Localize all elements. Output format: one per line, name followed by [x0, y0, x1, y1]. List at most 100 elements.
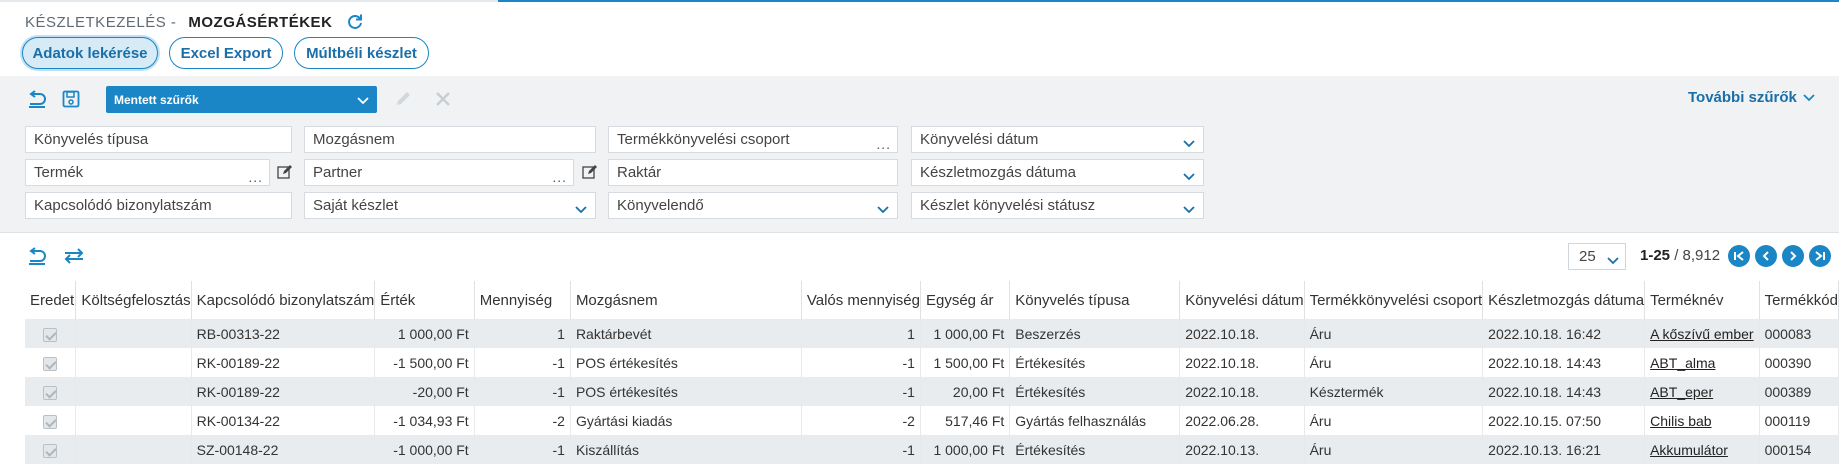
product-name-cell[interactable]: A kőszívű ember	[1644, 319, 1760, 348]
table-header: Eredet Költségfelosztás Kapcsolódó bizon…	[25, 281, 1839, 319]
reset-filter-icon[interactable]	[26, 88, 48, 110]
origin-cell	[25, 377, 77, 406]
page-size-select[interactable]: 25	[1568, 243, 1626, 270]
value-cell: 1 000,00 Ft	[374, 319, 475, 348]
table-row[interactable]: SZ-00148-22 -1 000,00 Ft -1 Kiszállítás …	[25, 435, 1839, 464]
movement-date-select[interactable]: Készletmozgás dátuma	[911, 159, 1204, 186]
posting-type-field[interactable]: Könyvelés típusa	[25, 126, 292, 153]
edit-filter-icon[interactable]	[392, 88, 414, 110]
warehouse-placeholder: Raktár	[617, 164, 662, 181]
related-doc-field[interactable]: Kapcsolódó bizonylatszám	[25, 192, 292, 219]
column-header[interactable]: Mozgásnem	[570, 281, 802, 319]
movement-name-field[interactable]: Mozgásnem	[304, 126, 596, 153]
table-row[interactable]: RK-00134-22 -1 034,93 Ft -2 Gyártási kia…	[25, 406, 1839, 435]
product-name-cell[interactable]: ABT_alma	[1644, 348, 1760, 377]
product-link[interactable]: A kőszívű ember	[1650, 326, 1754, 342]
origin-checkbox	[43, 414, 58, 429]
refresh-icon[interactable]	[346, 13, 364, 31]
real-qty-cell: -1	[801, 435, 921, 464]
column-header[interactable]: Könyvelés típusa	[1009, 281, 1181, 319]
product-link[interactable]: ABT_alma	[1650, 355, 1715, 371]
prev-page-button[interactable]	[1755, 245, 1777, 267]
edit-partner-icon[interactable]	[582, 164, 598, 180]
stock-post-status-select[interactable]: Készlet könyvelési státusz	[911, 192, 1204, 219]
more-icon[interactable]: ...	[552, 170, 567, 184]
column-header[interactable]: Termékkód	[1759, 281, 1839, 319]
next-page-button[interactable]	[1782, 245, 1804, 267]
table-row[interactable]: RB-00313-22 1 000,00 Ft 1 Raktárbevét 1 …	[25, 319, 1839, 348]
table-row[interactable]: RK-00189-22 -20,00 Ft -1 POS értékesítés…	[25, 377, 1839, 406]
more-icon[interactable]: ...	[248, 170, 263, 184]
product-name-cell[interactable]: ABT_eper	[1644, 377, 1760, 406]
unit-price-cell: 1 500,00 Ft	[920, 348, 1011, 377]
group-cell: Áru	[1304, 435, 1484, 464]
origin-cell	[25, 319, 77, 348]
posting-type-cell: Értékesítés	[1009, 348, 1181, 377]
movement-date-cell: 2022.10.18. 14:43	[1482, 348, 1646, 377]
product-code-cell: 000154	[1759, 435, 1839, 464]
last-page-button[interactable]	[1809, 245, 1831, 267]
delete-filter-icon[interactable]	[432, 88, 454, 110]
first-page-button[interactable]	[1728, 245, 1750, 267]
posting-type-cell: Értékesítés	[1009, 435, 1181, 464]
more-icon[interactable]: ...	[876, 137, 891, 151]
reset-columns-icon[interactable]	[26, 245, 48, 267]
to-post-select[interactable]: Könyvelendő	[608, 192, 898, 219]
product-name-cell[interactable]: Chilis bab	[1644, 406, 1760, 435]
column-header[interactable]: Termékkönyvelési csoport	[1304, 281, 1484, 319]
movement-cell: Gyártási kiadás	[570, 406, 802, 435]
column-header[interactable]: Eredet	[25, 281, 77, 319]
product-field[interactable]: Termék...	[25, 159, 270, 186]
posting-date-select[interactable]: Könyvelési dátum	[911, 126, 1204, 153]
origin-checkbox	[43, 385, 58, 400]
first-page-icon	[1734, 251, 1744, 261]
column-header[interactable]: Érték	[374, 281, 475, 319]
own-stock-placeholder: Saját készlet	[313, 197, 399, 214]
column-header[interactable]: Készletmozgás dátuma	[1482, 281, 1646, 319]
warehouse-field[interactable]: Raktár	[608, 159, 898, 186]
product-code-cell: 000389	[1759, 377, 1839, 406]
unit-price-cell: 1 000,00 Ft	[920, 435, 1011, 464]
edit-product-icon[interactable]	[277, 164, 293, 180]
product-link[interactable]: Akkumulátor	[1650, 442, 1728, 458]
origin-checkbox	[43, 356, 58, 371]
saved-filters-select[interactable]: Mentett szűrők	[106, 86, 377, 113]
excel-export-button[interactable]: Excel Export	[169, 37, 283, 69]
origin-cell	[25, 435, 77, 464]
partner-placeholder: Partner	[313, 164, 363, 181]
save-icon[interactable]	[60, 88, 82, 110]
group-cell: Áru	[1304, 406, 1484, 435]
chevron-down-icon	[1607, 252, 1619, 269]
table-row[interactable]: RK-00189-22 -1 500,00 Ft -1 POS értékesí…	[25, 348, 1839, 377]
column-header[interactable]: Terméknév	[1644, 281, 1760, 319]
value-cell: -1 034,93 Ft	[374, 406, 475, 435]
column-header[interactable]: Valós mennyiség	[801, 281, 921, 319]
cost-allocation-cell	[75, 435, 192, 464]
real-qty-cell: -1	[801, 377, 921, 406]
real-qty-cell: -1	[801, 348, 921, 377]
column-header[interactable]: Kapcsolódó bizonylatszám	[191, 281, 376, 319]
own-stock-select[interactable]: Saját készlet	[304, 192, 596, 219]
product-name-cell[interactable]: Akkumulátor	[1644, 435, 1760, 464]
swap-columns-icon[interactable]	[63, 245, 85, 267]
column-header[interactable]: Mennyiség	[474, 281, 571, 319]
qty-cell: -1	[474, 377, 571, 406]
product-link[interactable]: Chilis bab	[1650, 413, 1711, 429]
posting-type-cell: Gyártás felhasználás	[1009, 406, 1181, 435]
partner-field[interactable]: Partner...	[304, 159, 574, 186]
group-cell: Áru	[1304, 319, 1484, 348]
column-header[interactable]: Egység ár	[920, 281, 1011, 319]
column-header[interactable]: Könyvelési dátum	[1179, 281, 1305, 319]
movements-table: Eredet Költségfelosztás Kapcsolódó bizon…	[25, 281, 1839, 464]
fetch-data-button[interactable]: Adatok lekérése	[22, 37, 158, 69]
movement-cell: Raktárbevét	[570, 319, 802, 348]
unit-price-cell: 517,46 Ft	[920, 406, 1011, 435]
doc-cell: RK-00189-22	[191, 348, 376, 377]
more-filters-toggle[interactable]: További szűrők	[1688, 89, 1815, 106]
product-posting-group-field[interactable]: Termékkönyvelési csoport...	[608, 126, 898, 153]
past-stock-button[interactable]: Múltbéli készlet	[294, 37, 429, 69]
to-post-placeholder: Könyvelendő	[617, 197, 704, 214]
product-link[interactable]: ABT_eper	[1650, 384, 1713, 400]
column-header[interactable]: Költségfelosztás	[75, 281, 192, 319]
qty-cell: 1	[474, 319, 571, 348]
